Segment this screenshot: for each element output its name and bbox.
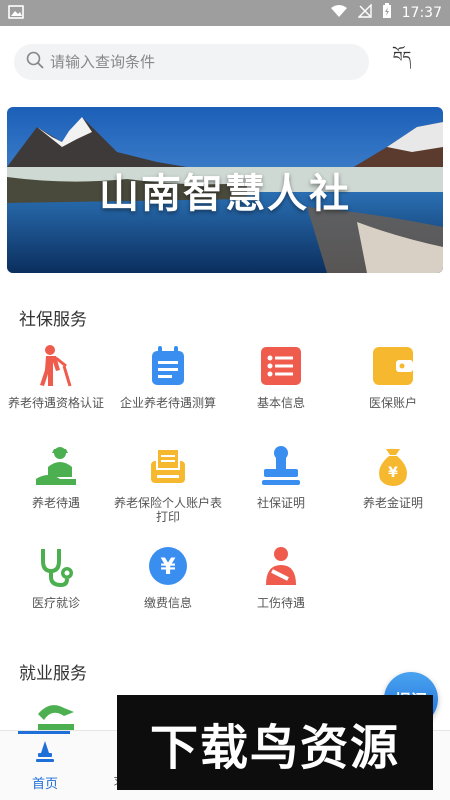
grid-item-label: 养老待遇 [31,496,80,510]
grid-item-label: 养老保险个人账户表打印 [113,496,222,524]
grid-item-label: 工伤待遇 [256,596,305,610]
svg-text:¥: ¥ [160,555,176,580]
banner[interactable]: 山南智慧人社 [7,107,443,273]
search-box[interactable] [14,44,369,80]
yuan-icon: ¥ [146,544,190,588]
social-section-title: 社保服务 [19,310,87,330]
language-switch-button[interactable]: བོད [384,42,420,82]
grid-item-pension-calculation[interactable]: 企业养老待遇测算 [112,344,224,434]
stethoscope-icon [34,544,78,588]
grid-item-label: 社保证明 [256,496,305,510]
grid-item-label: 基本信息 [256,396,305,410]
stamp-icon [259,444,303,488]
search-row: བོད [0,40,450,84]
svg-text:¥: ¥ [388,465,398,481]
grid-item-pension-benefit[interactable]: 养老待遇 [0,444,112,534]
injured-worker-icon [259,544,303,588]
grid-item-label: 企业养老待遇测算 [119,396,216,410]
grid-item-label: 医保账户 [368,396,417,410]
battery-charging-icon [382,3,392,23]
wifi-icon [330,4,348,22]
employment-section-title: 就业服务 [19,664,87,684]
grid-item-label: 养老金证明 [362,496,423,510]
image-notification-icon [8,4,24,23]
grid-item-label: 医疗就诊 [31,596,80,610]
home-flag-icon [36,740,54,767]
printer-icon [146,444,190,488]
grid-item-medical-account[interactable]: 医保账户 [337,344,449,434]
grid-item-basic-info[interactable]: 基本信息 [225,344,337,434]
status-time: 17:37 [401,5,442,21]
elderly-person-icon [34,344,78,388]
employment-service-icon[interactable] [34,700,78,730]
banner-title: 山南智慧人社 [99,171,351,217]
search-input[interactable] [50,53,340,71]
watermark-overlay: 下载鸟资源 [117,695,433,790]
wallet-icon [371,344,415,388]
grid-item-pension-qualification[interactable]: 养老待遇资格认证 [0,344,112,434]
grid-item-label: 缴费信息 [143,596,192,610]
grid-item-work-injury[interactable]: 工伤待遇 [225,544,337,634]
grid-item-label: 养老待遇资格认证 [7,396,104,410]
no-signal-icon [356,3,372,22]
list-card-icon [259,344,303,388]
status-bar: 17:37 [0,0,450,26]
tibetan-language-label: བོད [392,48,412,66]
tab-home-label: 首页 [31,776,58,792]
elderly-hand-icon [34,444,78,488]
grid-item-social-certificate[interactable]: 社保证明 [225,444,337,534]
calendar-list-icon [146,344,190,388]
grid-item-pension-account-print[interactable]: 养老保险个人账户表打印 [112,444,224,534]
search-icon [26,51,44,73]
grid-item-payment-info[interactable]: ¥ 缴费信息 [112,544,224,634]
watermark-text: 下载鸟资源 [149,719,400,776]
grid-item-medical-visit[interactable]: 医疗就诊 [0,544,112,634]
tab-active-indicator [18,731,70,734]
money-bag-icon: ¥ [371,444,415,488]
grid-item-pension-certificate[interactable]: ¥ 养老金证明 [337,444,449,534]
